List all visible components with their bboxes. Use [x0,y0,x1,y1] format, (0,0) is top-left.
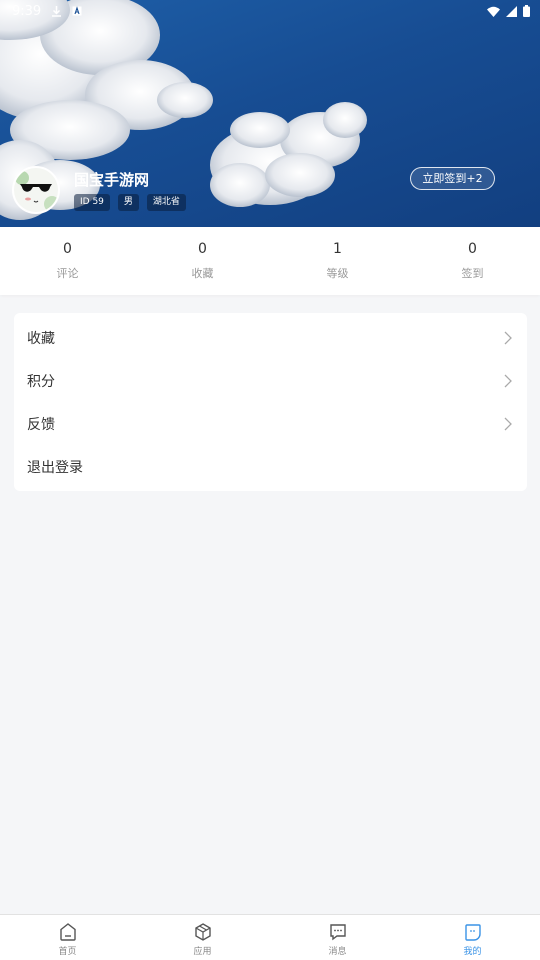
username: 国宝手游网 [74,170,150,189]
profile-icon [464,924,481,941]
status-time: 9:39 [12,3,42,19]
wifi-icon [487,6,500,17]
menu-item-label: 收藏 [27,330,55,347]
menu-item-label: 反馈 [27,416,55,433]
stat-label: 签到 [461,267,484,280]
profile-screen: 9:39 国宝手游网 ID 59 男 湖北省 立即签到+2 0 评论 0 收藏 … [0,0,540,960]
menu-item-label: 退出登录 [27,459,83,476]
battery-icon [523,5,530,17]
menu-item-label: 积分 [27,373,55,390]
user-info: 国宝手游网 ID 59 男 湖北省 [74,170,186,211]
user-profile: 国宝手游网 ID 59 男 湖北省 [12,166,186,214]
user-tags: ID 59 男 湖北省 [74,193,186,211]
nav-item-profile[interactable]: 我的 [405,915,540,960]
sunglasses-avatar-icon [14,168,58,212]
stat-value: 0 [198,241,207,257]
stat-value: 1 [333,241,342,257]
nav-label: 应用 [193,947,212,957]
location-tag: 湖北省 [146,193,186,211]
menu-item-logout[interactable]: 退出登录 [14,445,527,488]
stat-label: 收藏 [191,267,214,280]
stat-value: 0 [63,241,72,257]
stat-level[interactable]: 1 等级 [270,227,405,295]
bottom-nav: 首页 应用 消息 我的 [0,914,540,960]
chevron-right-icon [504,417,512,430]
stat-label: 等级 [326,267,349,280]
nav-label: 消息 [328,947,347,957]
stat-label: 评论 [56,267,79,280]
nav-item-home[interactable]: 首页 [0,915,135,960]
user-id-tag: ID 59 [74,193,110,211]
stat-checkin[interactable]: 0 签到 [405,227,540,295]
download-icon [52,6,62,17]
chevron-right-icon [504,331,512,344]
stats-bar: 0 评论 0 收藏 1 等级 0 签到 [0,227,540,295]
avatar[interactable] [12,166,60,214]
nav-item-apps[interactable]: 应用 [135,915,270,960]
checkin-button[interactable]: 立即签到+2 [410,167,495,190]
menu-item-points[interactable]: 积分 [14,359,527,402]
nav-label: 我的 [463,947,482,957]
menu-card: 收藏 积分 反馈 退出登录 [14,313,527,491]
menu-item-favorites[interactable]: 收藏 [14,316,527,359]
status-bar: 9:39 [0,0,540,22]
profile-header: 9:39 国宝手游网 ID 59 男 湖北省 立即签到+2 [0,0,540,227]
nav-label: 首页 [58,947,77,957]
stat-favorites[interactable]: 0 收藏 [135,227,270,295]
menu-item-feedback[interactable]: 反馈 [14,402,527,445]
chevron-right-icon [504,374,512,387]
nav-item-messages[interactable]: 消息 [270,915,405,960]
home-icon [59,923,76,941]
signal-icon [506,5,517,17]
a-icon [72,6,82,16]
stat-comments[interactable]: 0 评论 [0,227,135,295]
stat-value: 0 [468,241,477,257]
cube-icon [194,923,211,941]
message-icon [329,924,346,941]
gender-tag: 男 [117,193,139,211]
